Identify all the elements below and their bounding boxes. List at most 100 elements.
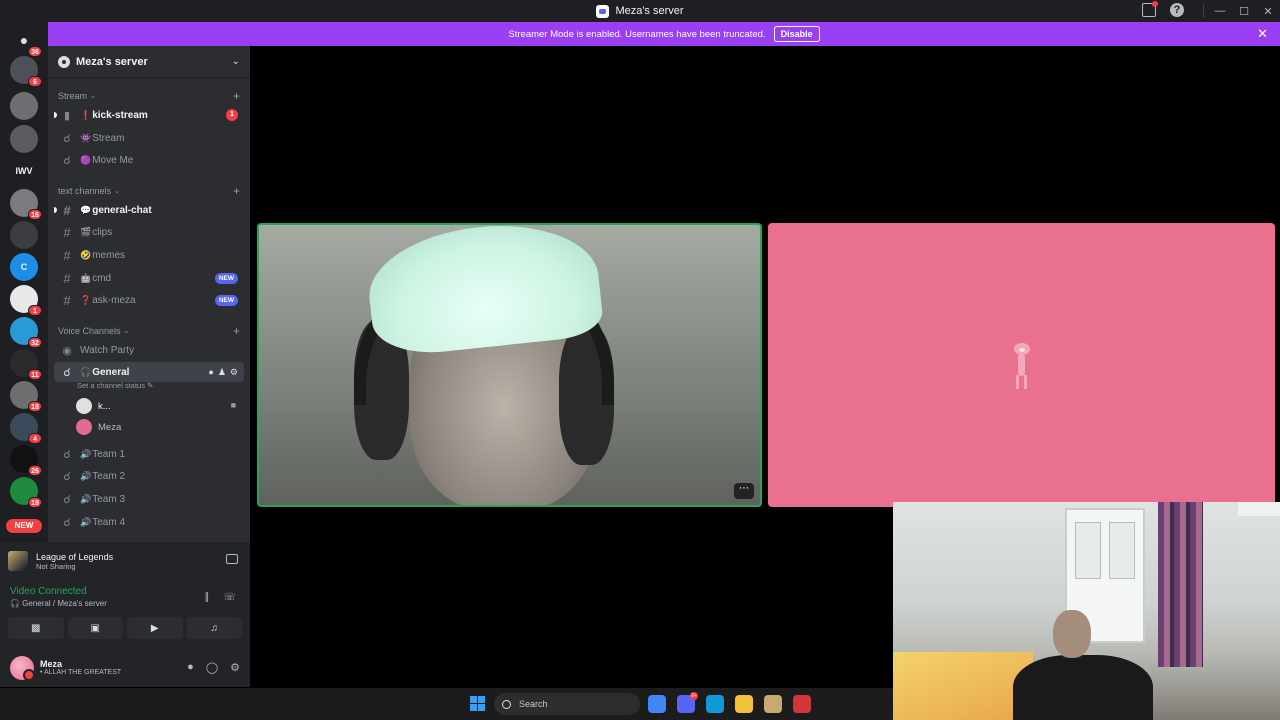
voice-user-1[interactable]: k... — [76, 397, 111, 415]
server-icon-1[interactable]: 6 — [10, 56, 42, 87]
server-icon-10[interactable]: 11 — [10, 349, 42, 380]
category-stream[interactable]: Stream ⌄ + — [58, 89, 240, 103]
windows-start-icon[interactable] — [470, 696, 485, 711]
channel-emoji: 🎧 — [80, 366, 92, 377]
channel-emoji: 🔊 — [80, 448, 92, 459]
voice-user-2[interactable]: Meza — [76, 418, 121, 436]
server-icon-5[interactable]: 16 — [10, 189, 42, 220]
new-channel-badge: NEW — [214, 272, 238, 284]
title-bar: Meza's server ? — ☐ ✕ — [0, 0, 1280, 22]
camera-off-button[interactable]: ▩ — [8, 617, 64, 639]
connection-status[interactable]: Video Connected — [10, 586, 107, 597]
sharing-status: Not Sharing — [36, 561, 76, 571]
video-tile-avatar[interactable] — [768, 223, 1275, 507]
riot-app-icon[interactable] — [793, 695, 811, 713]
server-icon-14[interactable]: 19 — [10, 477, 42, 508]
channel-kick-stream[interactable]: ▮ ❗kick-stream 1 — [54, 105, 244, 125]
channel-team-2[interactable]: ☌ 🔊Team 2 — [54, 466, 244, 486]
channel-label: kick-stream — [92, 109, 148, 121]
server-icon-9[interactable]: 32 — [10, 317, 42, 348]
gear-icon[interactable]: ⚙ — [230, 367, 238, 378]
taskbar-search[interactable]: Search — [494, 693, 640, 715]
server-icon-12[interactable]: 4 — [10, 413, 42, 444]
more-options-icon[interactable]: ⋯ — [734, 483, 754, 499]
help-icon[interactable]: ? — [1170, 3, 1184, 17]
edge-app-icon[interactable] — [706, 695, 724, 713]
create-channel-icon[interactable]: + — [233, 184, 240, 198]
connection-location[interactable]: 🎧 General / Meza's server — [10, 599, 107, 608]
room-bed — [893, 652, 1033, 720]
channel-label: General — [92, 366, 130, 378]
channel-emoji: 🟣 — [80, 154, 92, 165]
direct-messages-button[interactable]: ● 36 — [10, 26, 42, 57]
new-servers-badge[interactable]: NEW — [6, 519, 42, 533]
channel-team-1[interactable]: ☌ 🔊Team 1 — [54, 444, 244, 464]
channel-general-chat[interactable]: # 💬general-chat — [54, 200, 244, 220]
disable-streamer-mode-button[interactable]: Disable — [773, 26, 820, 42]
chrome-app-icon[interactable] — [648, 695, 666, 713]
channel-cmd[interactable]: # 🤖cmd NEW — [54, 268, 244, 288]
category-label: text channels — [58, 186, 112, 196]
create-channel-icon[interactable]: + — [233, 324, 240, 338]
server-icon-2[interactable] — [10, 92, 38, 120]
category-voice-channels[interactable]: Voice Channels ⌄ + — [58, 324, 240, 338]
channel-stream[interactable]: ☌ 👾Stream — [54, 128, 244, 148]
inbox-icon[interactable] — [1142, 1, 1158, 17]
channel-ask-meza[interactable]: # ❓ask-meza NEW — [54, 290, 244, 310]
close-banner-icon[interactable]: ✕ — [1257, 26, 1268, 42]
chat-bubble-icon[interactable]: ● — [208, 367, 213, 378]
user-custom-status: • ALLAH THE GREATEST — [40, 669, 122, 676]
chevron-down-icon: ⌄ — [114, 188, 120, 195]
video-tile-self-preview[interactable] — [893, 502, 1280, 720]
hash-icon: # — [63, 292, 71, 308]
invite-icon[interactable]: ♟ — [218, 367, 226, 378]
soundboard-button[interactable]: ♫ — [186, 617, 242, 639]
activity-panel: League of Legends Not Sharing — [8, 546, 242, 576]
divider — [1203, 4, 1204, 18]
channel-label: clips — [92, 226, 113, 238]
share-screen-icon[interactable] — [226, 554, 238, 564]
notification-badge: 9+ — [690, 692, 698, 700]
activities-button[interactable]: ▶ — [127, 617, 183, 639]
channel-move-me[interactable]: ☌ 🟣Move Me — [54, 150, 244, 170]
channel-memes[interactable]: # 🤣memes — [54, 245, 244, 265]
user-bar[interactable]: Meza • ALLAH THE GREATEST ● ◯ ⚙ — [0, 648, 250, 687]
voice-action-buttons: ▩ ▣ ▶ ♫ — [8, 617, 242, 639]
channel-team-3[interactable]: ☌ 🔊Team 3 — [54, 489, 244, 509]
server-icon-13[interactable]: 26 — [10, 445, 42, 476]
explorer-app-icon[interactable] — [735, 695, 753, 713]
microphone-icon[interactable]: ● — [187, 661, 194, 674]
maximize-button[interactable]: ☐ — [1232, 5, 1256, 18]
server-icon-11[interactable]: 18 — [10, 381, 42, 412]
screen-share-button[interactable]: ▣ — [67, 617, 123, 639]
channel-status-hint[interactable]: Set a channel status ✎ — [77, 381, 153, 390]
channel-label: Watch Party — [80, 344, 135, 356]
server-icon-6[interactable] — [10, 221, 38, 249]
user-avatar[interactable] — [10, 655, 35, 681]
channel-watch-party[interactable]: ◉ Watch Party — [54, 340, 244, 360]
gear-icon[interactable]: ⚙ — [230, 661, 240, 674]
video-tile-webcam[interactable]: ⋯ — [257, 223, 762, 507]
server-icon-7[interactable]: C — [10, 253, 38, 281]
category-text-channels[interactable]: text channels ⌄ + — [58, 184, 240, 198]
headphones-icon[interactable]: ◯ — [206, 661, 218, 674]
disconnect-icon[interactable]: ☏ — [223, 592, 236, 603]
minimize-button[interactable]: — — [1208, 5, 1232, 17]
server-icon-8[interactable]: 1 — [10, 285, 42, 316]
close-window-button[interactable]: ✕ — [1256, 5, 1280, 18]
unread-indicator — [54, 207, 57, 213]
channel-team-4[interactable]: ☌ 🔊Team 4 — [54, 512, 244, 532]
dm-badge: 36 — [28, 46, 42, 57]
league-app-icon[interactable] — [764, 695, 782, 713]
server-header[interactable]: Meza's server ⌄ — [48, 46, 250, 78]
category-label: Stream — [58, 91, 88, 101]
server-icon-3[interactable] — [10, 125, 38, 153]
discord-app-icon[interactable]: 9+ — [677, 692, 698, 713]
create-channel-icon[interactable]: + — [233, 89, 240, 103]
noise-suppression-icon[interactable]: ∥ — [204, 592, 209, 603]
video-stage: ⋯ — [250, 46, 1280, 720]
channel-general-voice[interactable]: ☌ 🎧General ● ♟ ⚙ — [54, 362, 244, 382]
channel-clips[interactable]: # 🎬clips — [54, 222, 244, 242]
server-icon-4[interactable]: IWV — [10, 157, 38, 185]
streamer-mode-message: Streamer Mode is enabled. Usernames have… — [508, 28, 766, 40]
